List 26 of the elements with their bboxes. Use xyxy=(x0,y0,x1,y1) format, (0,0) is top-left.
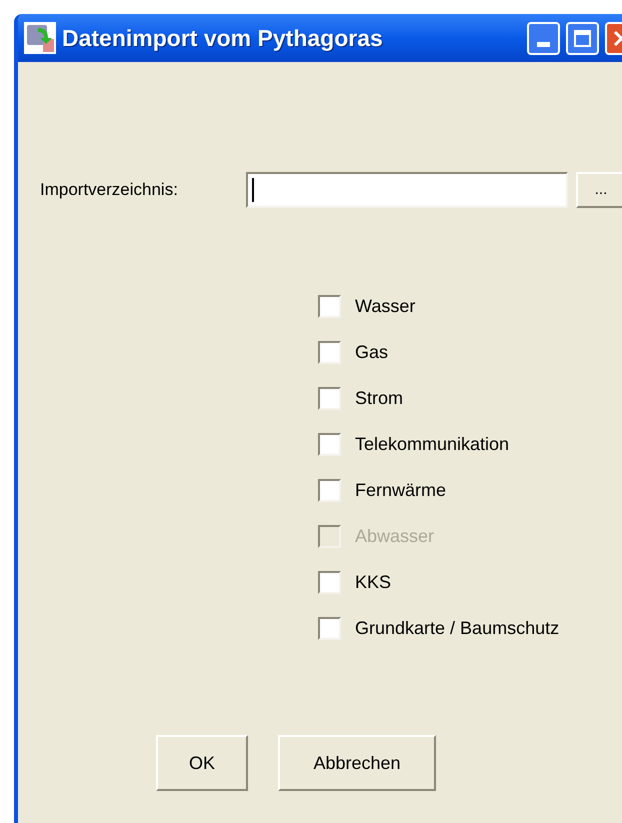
checkbox[interactable] xyxy=(318,341,341,364)
maximize-button[interactable] xyxy=(566,22,599,54)
app-icon xyxy=(24,22,56,54)
checkbox-label: Strom xyxy=(355,387,404,410)
import-directory-label: Importverzeichnis: xyxy=(40,179,179,202)
checkbox[interactable] xyxy=(318,295,341,318)
input-field[interactable] xyxy=(246,172,568,208)
maximize-icon xyxy=(574,30,591,46)
checkbox-label: Telekommunikation xyxy=(355,433,510,456)
minimize-button[interactable] xyxy=(527,22,560,54)
ok-button[interactable]: OK xyxy=(156,735,248,791)
checkbox[interactable] xyxy=(318,387,341,410)
checkbox-label: Fernwärme xyxy=(355,479,446,502)
minimize-icon xyxy=(537,42,550,46)
checkbox[interactable] xyxy=(318,433,341,456)
checkbox-label: Gas xyxy=(355,341,388,364)
checkbox[interactable] xyxy=(318,617,341,640)
checkbox[interactable] xyxy=(318,571,341,594)
window-title: Datenimport vom Pythagoras xyxy=(62,24,383,53)
checkbox-label: KKS xyxy=(355,571,392,594)
cancel-button[interactable]: Abbrechen xyxy=(278,735,436,791)
checkbox[interactable] xyxy=(318,479,341,502)
checkbox-label: Wasser xyxy=(355,295,416,318)
browse-button[interactable]: ... xyxy=(576,172,622,208)
checkbox-label: Grundkarte / Baumschutz xyxy=(355,617,560,640)
checkbox-label: Abwasser xyxy=(355,525,434,548)
